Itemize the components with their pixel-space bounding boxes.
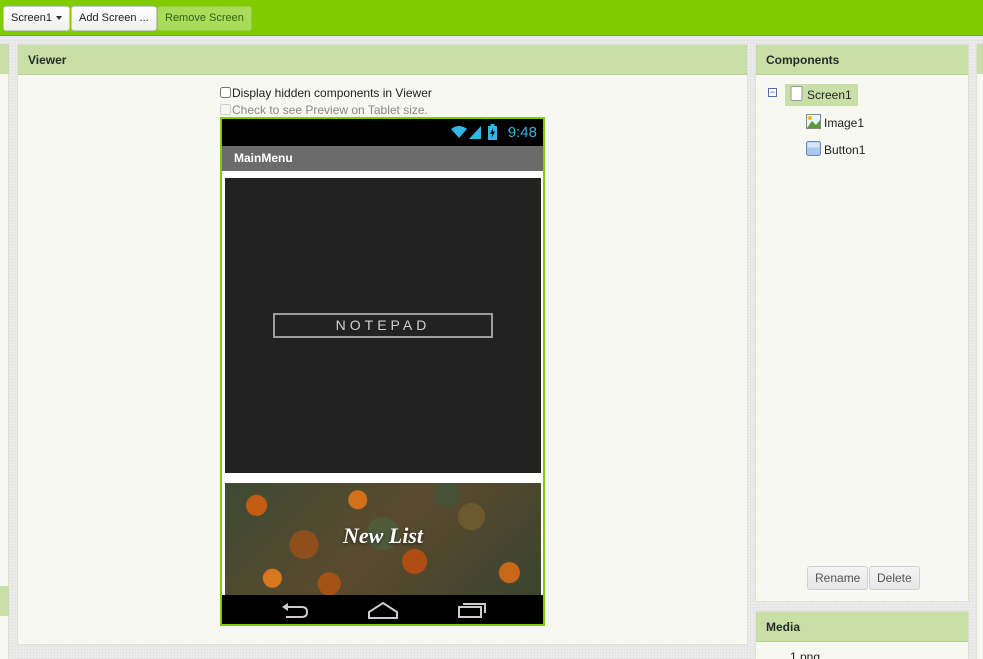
status-bar: 9:48 — [222, 119, 543, 146]
new-list-button-text: New List — [342, 523, 424, 548]
button1-preview[interactable]: New List — [225, 483, 541, 595]
viewer-title: Viewer — [18, 45, 747, 75]
nav-bar — [222, 595, 543, 624]
delete-button[interactable]: Delete — [869, 566, 920, 590]
back-icon — [280, 603, 309, 624]
collapse-tree-icon[interactable]: − — [768, 88, 777, 97]
status-time: 9:48 — [507, 124, 537, 141]
image-icon — [806, 114, 821, 129]
tree-item-label: Screen1 — [807, 88, 852, 102]
media-file-item[interactable]: 1.png — [790, 650, 820, 659]
tree-item-label: Image1 — [824, 116, 865, 130]
components-title: Components — [756, 45, 968, 75]
screen-title-bar: MainMenu — [222, 146, 543, 171]
screen-select-dropdown[interactable]: Screen1 — [3, 6, 70, 31]
show-hidden-checkbox[interactable] — [220, 87, 231, 98]
tablet-preview-row[interactable]: Check to see Preview on Tablet size. — [220, 103, 428, 117]
properties-panel-edge — [976, 44, 983, 659]
tree-item-button1[interactable]: Button1 — [806, 139, 865, 161]
show-hidden-label: Display hidden components in Viewer — [232, 86, 432, 100]
tablet-preview-label: Check to see Preview on Tablet size. — [232, 103, 428, 117]
tree-item-screen1[interactable]: Screen1 — [785, 84, 858, 106]
media-title: Media — [756, 612, 968, 642]
remove-screen-button[interactable]: Remove Screen — [157, 6, 252, 31]
battery-icon — [488, 124, 497, 140]
rename-button[interactable]: Rename — [807, 566, 869, 590]
wifi-icon — [450, 125, 468, 139]
notepad-image-text: NOTEPAD — [273, 313, 493, 338]
screen-icon — [789, 86, 804, 101]
palette-panel-edge — [0, 44, 9, 659]
top-toolbar: Screen1 Add Screen ... Remove Screen — [0, 0, 983, 36]
tree-item-label: Button1 — [824, 143, 866, 157]
screen-select-label: Screen1 — [11, 12, 52, 24]
image1-preview[interactable]: NOTEPAD — [225, 178, 541, 473]
recent-apps-icon — [458, 602, 486, 623]
show-hidden-row[interactable]: Display hidden components in Viewer — [220, 86, 432, 100]
chevron-down-icon — [55, 16, 62, 21]
signal-icon — [469, 126, 481, 139]
button-icon — [806, 141, 821, 156]
tablet-preview-checkbox[interactable] — [220, 104, 231, 115]
add-screen-button[interactable]: Add Screen ... — [71, 6, 157, 31]
tree-item-image1[interactable]: Image1 — [806, 112, 864, 134]
home-icon — [368, 601, 398, 624]
media-panel: Media 1.png — [755, 611, 969, 659]
phone-preview: 9:48 MainMenu NOTEPAD New List — [220, 117, 545, 626]
